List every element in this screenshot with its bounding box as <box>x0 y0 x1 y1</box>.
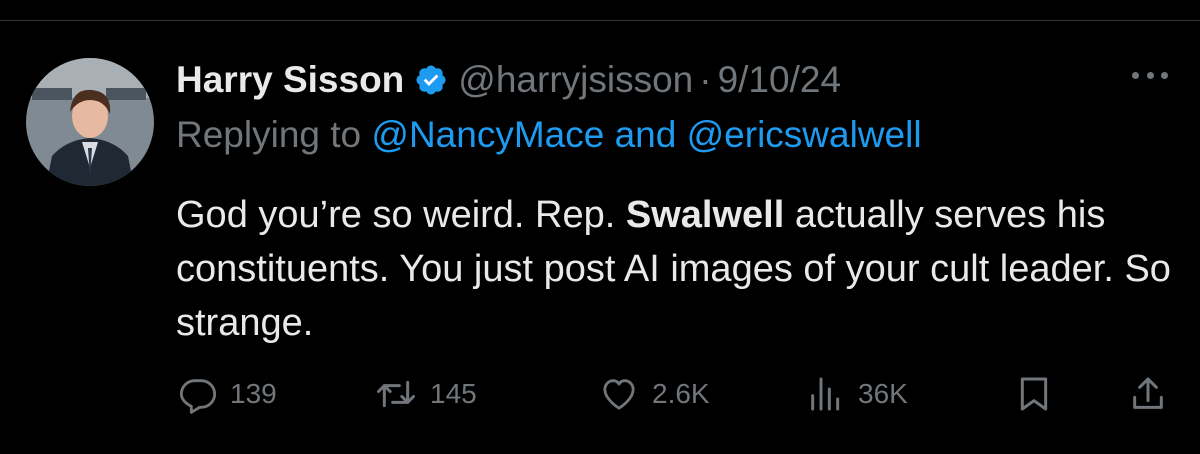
retweet-icon <box>374 374 418 414</box>
verified-badge-icon <box>414 63 448 97</box>
like-button[interactable]: 2.6K <box>598 370 710 418</box>
reply-joiner: and <box>614 114 677 155</box>
bookmark-button[interactable] <box>1014 370 1054 418</box>
tweet-date[interactable]: 9/10/24 <box>718 59 841 101</box>
top-divider <box>0 20 1200 21</box>
retweet-button[interactable]: 145 <box>374 370 477 418</box>
action-bar: 139 145 2.6K 36K <box>178 370 1172 418</box>
tweet-text-part1: God you’re so weird. Rep. <box>176 194 616 236</box>
author-name[interactable]: Harry Sisson <box>176 59 404 101</box>
reply-count: 139 <box>230 378 277 409</box>
reply-to-ericswalwell-link[interactable]: @ericswalwell <box>687 114 922 155</box>
avatar[interactable] <box>26 58 154 186</box>
author-handle[interactable]: @harryjsisson <box>458 59 693 101</box>
share-button[interactable] <box>1128 370 1168 418</box>
share-icon <box>1128 374 1168 414</box>
more-options-icon[interactable] <box>1128 60 1172 90</box>
like-count: 2.6K <box>652 378 710 409</box>
separator-dot: · <box>699 59 712 100</box>
reply-button[interactable]: 139 <box>178 370 277 418</box>
reply-to-nancymace-link[interactable]: @NancyMace <box>371 114 604 155</box>
retweet-count: 145 <box>430 378 477 409</box>
views-icon <box>806 374 846 414</box>
bookmark-icon <box>1014 374 1054 414</box>
tweet-text: God you’re so weird. Rep. Swalwell actua… <box>176 188 1176 350</box>
reply-icon <box>178 374 218 414</box>
replying-prefix: Replying to <box>176 114 362 155</box>
replying-to-line: Replying to @NancyMace and @ericswalwell <box>176 114 922 156</box>
views-button[interactable]: 36K <box>806 370 908 418</box>
tweet-header: Harry Sisson @harryjsisson · 9/10/24 <box>176 52 841 108</box>
tweet-text-bold: Swalwell <box>625 194 785 236</box>
heart-icon <box>598 374 640 414</box>
views-count: 36K <box>858 378 908 409</box>
